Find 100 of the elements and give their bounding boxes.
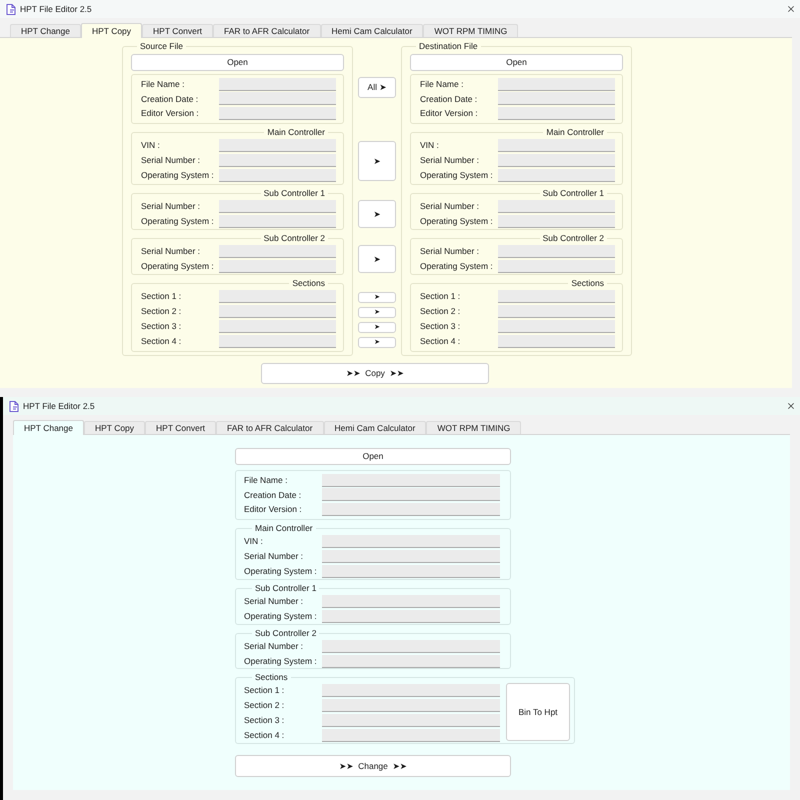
- input-field[interactable]: [322, 610, 500, 622]
- field-label: Operating System :: [141, 214, 215, 228]
- close-icon[interactable]: [786, 401, 796, 411]
- group-title: Sub Controller 2: [254, 628, 318, 638]
- input-field[interactable]: [219, 244, 336, 258]
- field-label: Serial Number :: [141, 200, 202, 212]
- window-title: HPT File Editor 2.5: [20, 2, 92, 16]
- tab[interactable]: WOT RPM TIMING: [426, 421, 522, 434]
- copy-arrow-button[interactable]: ➤: [358, 245, 396, 273]
- change-button[interactable]: ➤➤ Change ➤➤: [235, 755, 511, 777]
- input-field[interactable]: [219, 78, 336, 92]
- tab[interactable]: HPT Change: [13, 420, 84, 435]
- close-icon[interactable]: [786, 4, 796, 14]
- tab[interactable]: FAR to AFR Calculator: [213, 24, 321, 37]
- group-title: Main Controller: [545, 127, 605, 137]
- input-field[interactable]: [219, 154, 336, 166]
- field-label: Operating System :: [244, 610, 318, 622]
- input-field[interactable]: [498, 244, 615, 258]
- group-title: Sub Controller 1: [254, 583, 318, 593]
- input-field[interactable]: [498, 92, 615, 106]
- copy-arrow-button[interactable]: ➤: [358, 141, 396, 181]
- field-label: Section 3 :: [244, 714, 286, 726]
- field-label: Section 2 :: [420, 304, 462, 318]
- open-button[interactable]: Open: [410, 54, 623, 71]
- field-label: Section 4 :: [244, 728, 286, 742]
- copy-all-button[interactable]: All ➤: [358, 77, 396, 98]
- input-field[interactable]: [498, 334, 615, 348]
- tab[interactable]: HPT Copy: [80, 23, 142, 38]
- field-label: Serial Number :: [420, 200, 480, 212]
- document-icon: [9, 400, 19, 412]
- input-field[interactable]: [219, 290, 336, 302]
- input-field[interactable]: [322, 474, 500, 488]
- input-field[interactable]: [322, 488, 500, 502]
- tab[interactable]: HPT Copy: [84, 421, 146, 434]
- input-field[interactable]: [322, 684, 500, 696]
- open-button[interactable]: Open: [131, 54, 344, 71]
- input-field[interactable]: [219, 304, 336, 318]
- input-field[interactable]: [219, 200, 336, 212]
- input-field[interactable]: [219, 106, 336, 120]
- field-label: Serial Number :: [244, 594, 304, 608]
- input-field[interactable]: [498, 106, 615, 120]
- tab[interactable]: HPT Convert: [142, 24, 214, 37]
- tab[interactable]: FAR to AFR Calculator: [216, 421, 324, 434]
- field-label: Operating System :: [420, 214, 494, 228]
- input-field[interactable]: [498, 320, 615, 332]
- input-field[interactable]: [498, 200, 615, 212]
- tab[interactable]: Hemi Cam Calculator: [320, 24, 424, 37]
- input-field[interactable]: [322, 714, 500, 726]
- tab[interactable]: Hemi Cam Calculator: [324, 421, 426, 434]
- input-field[interactable]: [498, 78, 615, 92]
- field-label: Section 1 :: [420, 290, 462, 302]
- field-label: Section 3 :: [420, 320, 462, 332]
- group-title: Sub Controller 1: [262, 188, 326, 198]
- input-field[interactable]: [219, 92, 336, 106]
- input-field[interactable]: [219, 320, 336, 332]
- input-field[interactable]: [219, 138, 336, 152]
- input-field[interactable]: [219, 334, 336, 348]
- copy-button[interactable]: ➤➤ Copy ➤➤: [261, 363, 489, 384]
- input-field[interactable]: [498, 290, 615, 302]
- input-field[interactable]: [322, 550, 500, 562]
- input-field[interactable]: [219, 214, 336, 228]
- field-label: Section 4 :: [141, 334, 182, 348]
- panel-title: Source File: [139, 41, 184, 51]
- tab[interactable]: HPT Convert: [145, 421, 216, 434]
- field-label: Serial Number :: [244, 550, 304, 562]
- input-field[interactable]: [322, 698, 500, 712]
- input-field[interactable]: [498, 138, 615, 152]
- field-label: File Name :: [244, 474, 288, 488]
- input-field[interactable]: [322, 594, 500, 608]
- group-title: Sub Controller 1: [542, 188, 605, 198]
- field-label: VIN :: [420, 138, 440, 152]
- input-field[interactable]: [498, 214, 615, 228]
- input-field[interactable]: [219, 168, 336, 182]
- input-field[interactable]: [322, 502, 500, 516]
- group-title: Sections: [291, 278, 326, 288]
- input-field[interactable]: [498, 304, 615, 318]
- input-field[interactable]: [498, 154, 615, 166]
- tab[interactable]: WOT RPM TIMING: [423, 24, 518, 37]
- copy-arrow-button[interactable]: ➤: [358, 200, 396, 228]
- field-label: Creation Date :: [141, 92, 200, 106]
- field-label: Operating System :: [420, 260, 494, 272]
- input-field[interactable]: [322, 654, 500, 668]
- bin-to-hpt-button[interactable]: Bin To Hpt: [506, 683, 570, 741]
- field-label: Section 3 :: [141, 320, 182, 332]
- group-title: Main Controller: [254, 523, 314, 533]
- field-label: Section 4 :: [420, 334, 462, 348]
- input-field[interactable]: [322, 564, 500, 578]
- window-title: HPT File Editor 2.5: [23, 400, 95, 412]
- input-field[interactable]: [322, 534, 500, 548]
- input-field[interactable]: [498, 168, 615, 182]
- input-field[interactable]: [322, 728, 500, 742]
- field-label: Serial Number :: [420, 244, 480, 258]
- tab[interactable]: HPT Change: [10, 24, 81, 37]
- input-field[interactable]: [322, 640, 500, 652]
- input-field[interactable]: [498, 260, 615, 272]
- field-label: File Name :: [141, 78, 186, 92]
- input-field[interactable]: [219, 260, 336, 272]
- field-label: Serial Number :: [141, 154, 202, 166]
- open-button[interactable]: Open: [235, 448, 511, 465]
- field-label: Serial Number :: [420, 154, 480, 166]
